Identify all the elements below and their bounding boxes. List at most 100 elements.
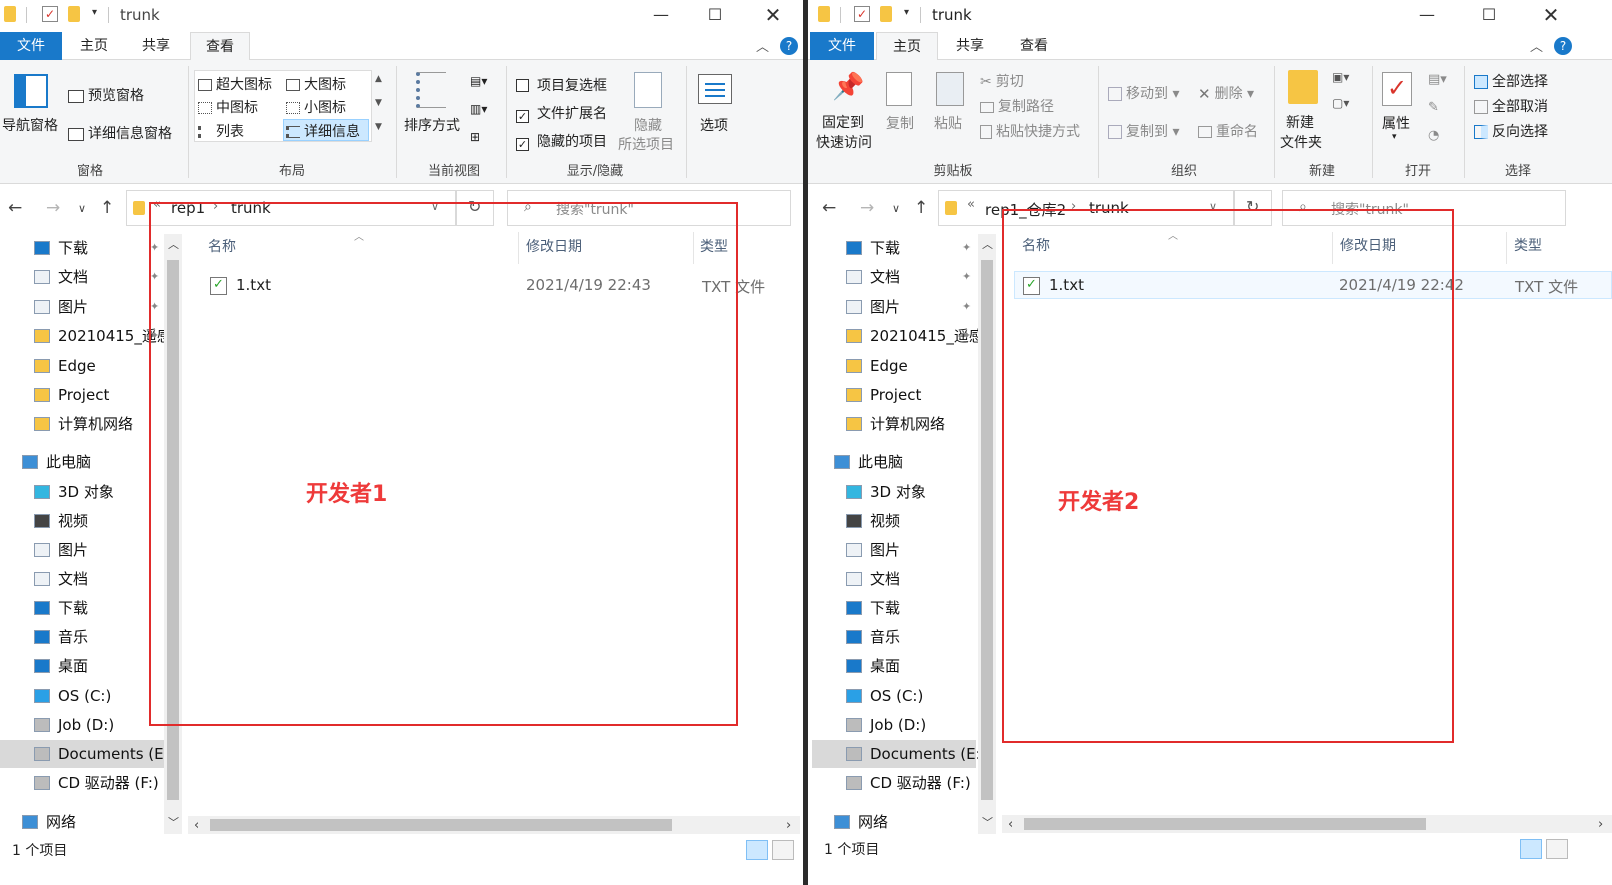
nav-item[interactable]: 图片 xyxy=(0,293,164,321)
tab-home[interactable]: 主页 xyxy=(64,32,124,60)
add-columns-icon[interactable]: ▥▾ xyxy=(470,102,487,116)
divider[interactable] xyxy=(1506,232,1507,264)
forward-arrow-icon[interactable]: → xyxy=(46,198,60,218)
nav-item[interactable]: 计算机网络 xyxy=(0,410,164,438)
large-icons-view-button[interactable] xyxy=(772,840,794,860)
move-to-button[interactable]: 移动到 ▾ xyxy=(1108,83,1179,103)
layout-details[interactable]: 详细信息 xyxy=(286,121,360,141)
nav-item[interactable]: CD 驱动器 (F:) xyxy=(812,769,976,797)
copy-to-button[interactable]: 复制到 ▾ xyxy=(1108,121,1179,141)
easy-access-icon[interactable]: ▢▾ xyxy=(1332,96,1349,110)
horizontal-scrollbar[interactable]: ‹ › xyxy=(188,816,800,834)
horizontal-scrollbar[interactable]: ‹ › xyxy=(1002,815,1612,833)
properties-quick-icon[interactable]: ✓ xyxy=(854,6,870,22)
nav-item[interactable]: 桌面 xyxy=(812,652,976,680)
nav-item[interactable]: 20210415_遥感 xyxy=(0,322,172,350)
details-view-button[interactable] xyxy=(1520,839,1542,859)
minimize-button[interactable]: — xyxy=(1404,2,1450,28)
tab-view[interactable]: 查看 xyxy=(190,32,250,61)
details-pane-button[interactable]: 详细信息窗格 xyxy=(68,123,172,143)
options-button[interactable]: 选项 xyxy=(700,115,728,135)
layout-scroll-up-icon[interactable]: ▲ xyxy=(375,74,382,84)
new-folder-line2[interactable]: 文件夹 xyxy=(1280,132,1322,152)
nav-item[interactable]: 下载 xyxy=(812,594,976,622)
layout-expand-icon[interactable]: ▼ xyxy=(375,122,382,132)
back-arrow-icon[interactable]: ← xyxy=(8,198,22,218)
forward-arrow-icon[interactable]: → xyxy=(860,198,874,218)
nav-item[interactable]: 图片 xyxy=(812,536,976,564)
nav-item[interactable]: 音乐 xyxy=(0,623,164,651)
customize-toolbar-icon[interactable]: ▾ xyxy=(92,7,97,18)
nav-item[interactable]: OS (C:) xyxy=(812,682,976,710)
nav-item[interactable]: CD 驱动器 (F:) xyxy=(0,769,164,797)
nav-item[interactable]: OS (C:) xyxy=(0,682,164,710)
properties-button[interactable]: 属性 xyxy=(1382,113,1410,133)
nav-item[interactable]: 图片 xyxy=(0,536,164,564)
properties-quick-icon[interactable]: ✓ xyxy=(42,6,58,22)
nav-item[interactable]: Project xyxy=(812,381,976,409)
pin-quick-access-line2[interactable]: 快速访问 xyxy=(816,132,872,152)
new-item-icon[interactable]: ▣▾ xyxy=(1332,70,1349,84)
close-button[interactable]: ✕ xyxy=(1528,2,1574,28)
paste-button[interactable]: 粘贴 xyxy=(934,113,962,133)
select-all-button[interactable]: 全部选择 xyxy=(1474,71,1548,91)
tab-home[interactable]: 主页 xyxy=(876,32,938,61)
tab-view[interactable]: 查看 xyxy=(1004,32,1064,60)
pin-icon[interactable]: ✦ xyxy=(962,300,971,313)
collapse-ribbon-icon[interactable]: ︿ xyxy=(756,36,769,55)
scroll-right-icon[interactable]: › xyxy=(786,818,791,833)
nav-item[interactable]: 桌面 xyxy=(0,652,164,680)
nav-item[interactable]: 20210415_遥感 xyxy=(812,322,984,350)
nav-item[interactable]: 网络 xyxy=(0,808,164,836)
copy-button[interactable]: 复制 xyxy=(886,113,914,133)
nav-item[interactable]: 视频 xyxy=(0,507,164,535)
nav-item[interactable]: Project xyxy=(0,381,164,409)
help-icon[interactable]: ? xyxy=(780,37,798,55)
nav-item[interactable]: 此电脑 xyxy=(812,448,976,476)
sort-by-button[interactable]: 排序方式 xyxy=(404,115,460,135)
recent-locations-icon[interactable]: ∨ xyxy=(78,202,86,215)
nav-item[interactable]: Job (D:) xyxy=(812,711,976,739)
breadcrumb-overflow[interactable]: « xyxy=(967,197,975,212)
nav-item[interactable]: 下载 xyxy=(0,594,164,622)
back-arrow-icon[interactable]: ← xyxy=(822,198,836,218)
nav-item[interactable]: 网络 xyxy=(812,808,976,836)
scroll-right-icon[interactable]: › xyxy=(1598,817,1603,832)
nav-item[interactable]: 文档 xyxy=(0,263,164,291)
cut-button[interactable]: ✂ 剪切 xyxy=(980,71,1024,91)
nav-item[interactable]: 文档 xyxy=(812,565,976,593)
nav-item[interactable]: 3D 对象 xyxy=(0,478,164,506)
layout-medium-icons[interactable]: 中图标 xyxy=(198,97,258,117)
delete-button[interactable]: ✕ 删除 ▾ xyxy=(1198,83,1254,103)
history-icon[interactable]: ◔ xyxy=(1428,128,1439,143)
paste-shortcut-button[interactable]: 粘贴快捷方式 xyxy=(980,121,1080,141)
hide-selected-line2[interactable]: 所选项目 xyxy=(618,134,674,154)
nav-item[interactable]: 图片 xyxy=(812,293,976,321)
rename-button[interactable]: 重命名 xyxy=(1198,121,1258,141)
nav-item[interactable]: 3D 对象 xyxy=(812,478,976,506)
help-icon[interactable]: ? xyxy=(1554,37,1572,55)
preview-pane-button[interactable]: 预览窗格 xyxy=(68,85,144,105)
tab-file[interactable]: 文件 xyxy=(0,32,62,60)
nav-item[interactable]: 文档 xyxy=(812,263,976,291)
nav-scrollbar[interactable]: ︿ ﹀ xyxy=(978,234,996,834)
new-folder-quick-icon[interactable] xyxy=(68,6,80,22)
nav-item[interactable]: 下载 xyxy=(0,234,164,262)
layout-extra-large-icons[interactable]: 超大图标 xyxy=(198,74,272,94)
new-folder-line1[interactable]: 新建 xyxy=(1286,112,1314,132)
horizontal-scroll-thumb[interactable] xyxy=(210,819,672,831)
navigation-pane-button[interactable]: 导航窗格 xyxy=(2,115,58,135)
scroll-up-icon[interactable]: ︿ xyxy=(982,236,993,252)
tab-share[interactable]: 共享 xyxy=(940,32,1000,60)
nav-scroll-thumb[interactable] xyxy=(981,260,993,800)
hide-selected-line1[interactable]: 隐藏 xyxy=(634,115,662,135)
scroll-down-icon[interactable]: ﹀ xyxy=(168,814,179,830)
item-checkboxes-toggle[interactable]: 项目复选框 xyxy=(516,75,607,95)
new-folder-quick-icon[interactable] xyxy=(880,6,892,22)
hidden-items-toggle[interactable]: ✓ 隐藏的项目 xyxy=(516,131,607,151)
pin-icon[interactable]: ✦ xyxy=(962,270,971,283)
layout-list[interactable]: 列表 xyxy=(198,121,244,141)
properties-dropdown-icon[interactable]: ▾ xyxy=(1392,132,1397,142)
nav-item[interactable]: Job (D:) xyxy=(0,711,164,739)
scroll-down-icon[interactable]: ﹀ xyxy=(982,814,993,830)
